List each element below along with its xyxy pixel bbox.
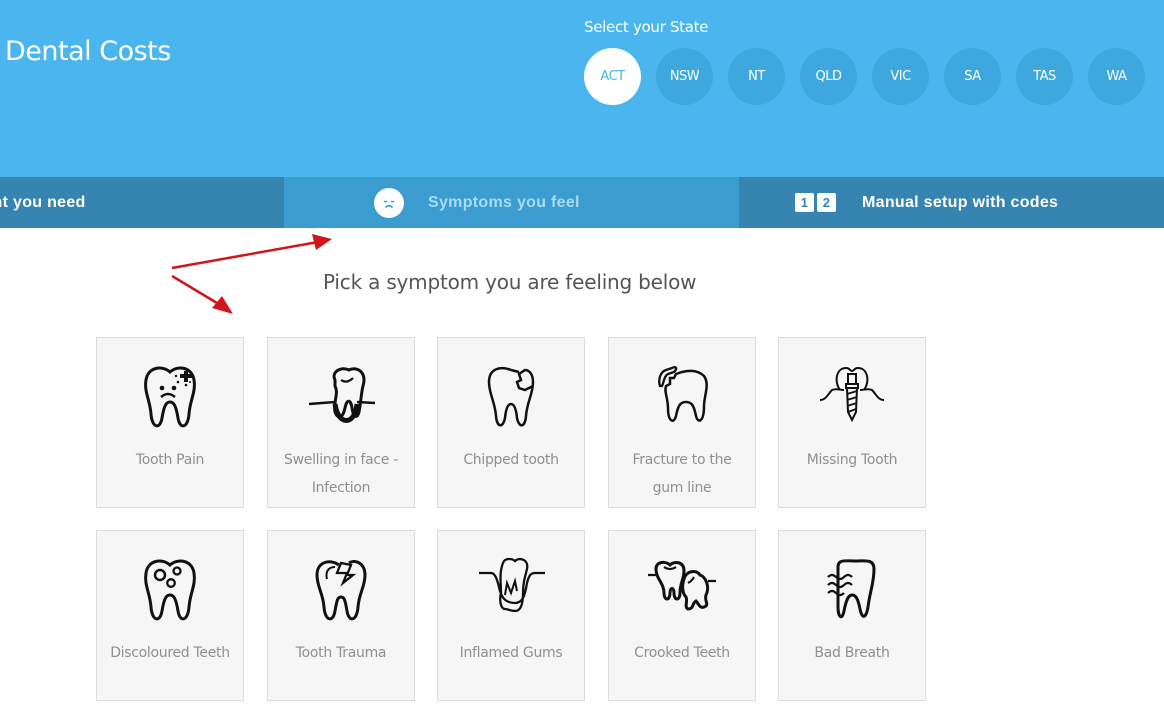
fractured-tooth-icon bbox=[658, 366, 708, 422]
symptom-label: Discoloured Teeth bbox=[110, 645, 230, 661]
tab-manual-codes-label: Manual setup with codes bbox=[862, 193, 1059, 211]
tooth-swelling-icon bbox=[308, 367, 376, 423]
sad-face-icon bbox=[374, 187, 404, 218]
tab-treatment-label: atment you need bbox=[0, 193, 86, 211]
symptom-label: Tooth Trauma bbox=[295, 645, 387, 661]
tab-treatment[interactable]: atment you need bbox=[0, 177, 284, 228]
symptom-label: Chipped tooth bbox=[463, 452, 559, 468]
chipped-tooth-icon bbox=[487, 366, 535, 427]
state-tas-button[interactable]: TAS bbox=[1016, 48, 1073, 105]
state-selector: ACT NSW NT QLD VIC SA TAS WA bbox=[584, 48, 1145, 105]
symptom-card-fracture-gum-line[interactable]: Fracture to the gum line bbox=[608, 337, 756, 508]
tooth-pain-icon bbox=[144, 366, 196, 428]
state-vic-button[interactable]: VIC bbox=[872, 48, 929, 105]
codes-1-2-icon: 1 2 bbox=[795, 193, 836, 212]
symptom-card-bad-breath[interactable]: Bad Breath bbox=[778, 530, 926, 701]
tab-symptoms[interactable]: Symptoms you feel bbox=[284, 177, 739, 228]
symptom-card-tooth-pain[interactable]: Tooth Pain bbox=[96, 337, 244, 508]
symptom-label: Bad Breath bbox=[814, 645, 890, 661]
state-sa-button[interactable]: SA bbox=[944, 48, 1001, 105]
inflamed-gums-icon bbox=[479, 557, 545, 613]
tab-manual-codes[interactable]: 1 2 Manual setup with codes bbox=[739, 177, 1164, 228]
cracked-tooth-icon bbox=[315, 560, 367, 621]
dental-implant-icon bbox=[819, 366, 885, 423]
bad-breath-icon bbox=[827, 559, 876, 619]
annotation-arrow-right bbox=[171, 234, 332, 270]
symptom-label: Inflamed Gums bbox=[459, 645, 563, 661]
tab-symptoms-label: Symptoms you feel bbox=[428, 193, 580, 211]
symptom-card-discoloured-teeth[interactable]: Discoloured Teeth bbox=[96, 530, 244, 701]
symptom-card-inflamed-gums[interactable]: Inflamed Gums bbox=[437, 530, 585, 701]
symptom-label: Missing Tooth bbox=[806, 452, 898, 468]
mode-tabs: atment you need Symptoms you feel 1 2 Ma… bbox=[0, 177, 1164, 228]
state-wa-button[interactable]: WA bbox=[1088, 48, 1145, 105]
site-title[interactable]: Dental Costs bbox=[5, 36, 171, 67]
annotation-arrows bbox=[171, 234, 332, 314]
symptom-card-crooked-teeth[interactable]: Crooked Teeth bbox=[608, 530, 756, 701]
state-nt-button[interactable]: NT bbox=[728, 48, 785, 105]
symptom-label: Swelling in face - Infection bbox=[284, 452, 398, 496]
state-nsw-button[interactable]: NSW bbox=[656, 48, 713, 105]
state-qld-button[interactable]: QLD bbox=[800, 48, 857, 105]
symptom-card-missing-tooth[interactable]: Missing Tooth bbox=[778, 337, 926, 508]
symptom-card-swelling[interactable]: Swelling in face - Infection bbox=[267, 337, 415, 508]
crooked-teeth-icon bbox=[648, 560, 716, 611]
symptom-card-tooth-trauma[interactable]: Tooth Trauma bbox=[267, 530, 415, 701]
symptom-card-chipped-tooth[interactable]: Chipped tooth bbox=[437, 337, 585, 508]
annotation-arrow-down bbox=[171, 274, 233, 314]
symptom-label: Tooth Pain bbox=[135, 452, 205, 468]
symptom-label: Crooked Teeth bbox=[634, 645, 730, 661]
site-header: Dental Costs Select your State ACT NSW N… bbox=[0, 0, 1164, 177]
symptom-heading: Pick a symptom you are feeling below bbox=[323, 270, 697, 294]
state-selector-label: Select your State bbox=[584, 18, 709, 36]
symptom-label: Fracture to the gum line bbox=[632, 452, 732, 496]
state-act-button[interactable]: ACT bbox=[584, 48, 641, 105]
code-digit-2: 2 bbox=[817, 193, 836, 212]
discoloured-tooth-icon bbox=[144, 559, 196, 621]
code-digit-1: 1 bbox=[795, 193, 814, 212]
